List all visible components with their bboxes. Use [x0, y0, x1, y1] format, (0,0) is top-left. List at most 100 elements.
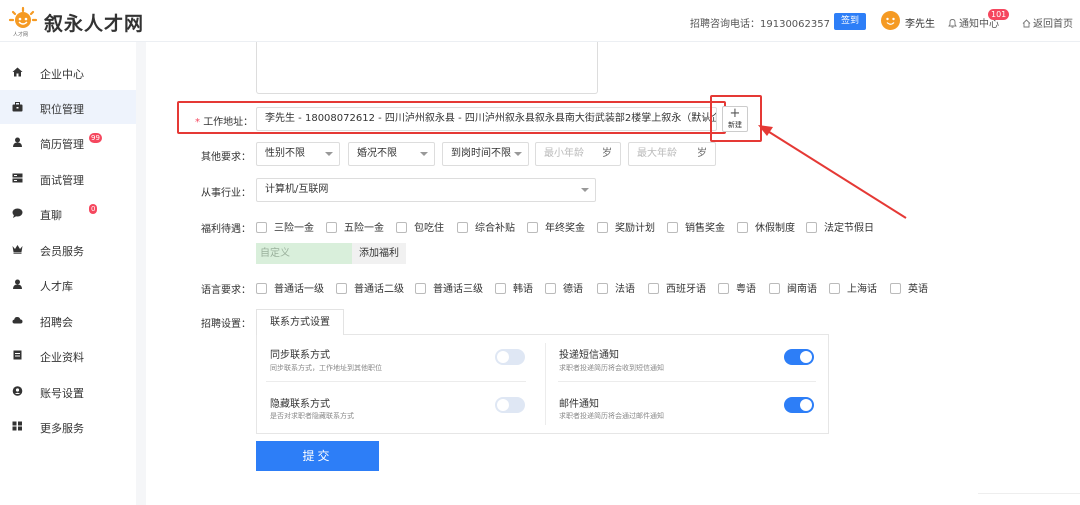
gender-value: 性别不限	[265, 148, 305, 159]
briefcase-icon	[12, 102, 23, 112]
setting-desc: 求职者投递简历将会通过邮件通知	[559, 412, 664, 420]
language-checkbox[interactable]: 韩语	[495, 280, 533, 295]
person-icon	[13, 137, 22, 147]
chevron-down-icon	[581, 188, 589, 192]
arrival-value: 到岗时间不限	[451, 148, 511, 159]
min-age-placeholder: 最小年龄	[544, 148, 584, 159]
language-checkbox[interactable]: 普通话一级	[256, 280, 324, 295]
max-age-input[interactable]: 最大年龄 岁	[628, 142, 716, 166]
language-checkbox[interactable]: 普通话三级	[415, 280, 483, 295]
description-textarea[interactable]	[256, 42, 598, 94]
sidebar-item-label: 面试管理	[40, 174, 84, 187]
sidebar-item-company-info[interactable]: 企业资料	[0, 338, 136, 372]
house-icon	[1022, 19, 1031, 28]
arrival-time-select[interactable]: 到岗时间不限	[442, 142, 529, 166]
home-icon	[12, 67, 23, 77]
setting-title: 隐藏联系方式	[270, 399, 330, 410]
setting-title: 邮件通知	[559, 399, 599, 410]
gender-select[interactable]: 性别不限	[256, 142, 340, 166]
site-name[interactable]: 叙永人才网	[44, 9, 144, 36]
signin-button[interactable]: 签到	[834, 13, 866, 30]
sidebar-item-account-settings[interactable]: 账号设置	[0, 374, 136, 408]
user-name[interactable]: 李先生	[905, 15, 935, 30]
language-checkbox[interactable]: 闽南语	[769, 280, 817, 295]
welfare-checkbox[interactable]: 五险一金	[326, 219, 384, 234]
welfare-checkbox[interactable]: 三险一金	[256, 219, 314, 234]
sidebar-item-job-management[interactable]: 职位管理	[0, 90, 136, 124]
bell-icon	[948, 19, 957, 28]
language-label: 语言要求：	[201, 285, 251, 296]
welfare-checkbox[interactable]: 奖励计划	[597, 219, 655, 234]
sidebar-item-label: 招聘会	[40, 316, 73, 329]
sidebar-item-enterprise-center[interactable]: 企业中心	[0, 55, 136, 89]
notice-badge: 101	[988, 9, 1010, 20]
welfare-checkbox[interactable]: 年终奖金	[527, 219, 585, 234]
avatar[interactable]	[880, 10, 901, 31]
home-label: 返回首页	[1033, 19, 1073, 30]
add-welfare-button[interactable]: 添加福利	[352, 243, 406, 264]
tab-contact-settings[interactable]: 联系方式设置	[256, 309, 344, 335]
sms-notify-toggle[interactable]	[784, 349, 814, 365]
industry-value: 计算机/互联网	[265, 184, 329, 195]
language-checkbox[interactable]: 德语	[545, 280, 583, 295]
min-age-input[interactable]: 最小年龄 岁	[535, 142, 621, 166]
annotation-arrow-icon	[758, 125, 907, 219]
sidebar-item-interview-management[interactable]: 面试管理	[0, 161, 136, 195]
setting-title: 同步联系方式	[270, 350, 330, 361]
welfare-checkbox[interactable]: 法定节假日	[806, 219, 874, 234]
sidebar-item-label: 直聊	[40, 209, 62, 222]
language-checkbox[interactable]: 粤语	[718, 280, 756, 295]
setting-title: 投递短信通知	[559, 350, 619, 361]
sidebar: 企业中心 职位管理 简历管理 99 面试管理 直聊 0 会员服务 人才库 招聘会…	[0, 42, 136, 505]
sidebar-item-chat[interactable]: 直聊 0	[0, 196, 136, 230]
sidebar-item-resume-management[interactable]: 简历管理 99	[0, 125, 136, 159]
notice-label: 通知中心	[959, 19, 999, 30]
language-checkbox[interactable]: 普通话二级	[336, 280, 404, 295]
welfare-checkbox[interactable]: 休假制度	[737, 219, 795, 234]
sidebar-item-label: 职位管理	[40, 103, 84, 116]
sidebar-item-label: 更多服务	[40, 422, 84, 435]
industry-select[interactable]: 计算机/互联网	[256, 178, 596, 202]
language-checkbox[interactable]: 西班牙语	[648, 280, 706, 295]
welfare-label: 福利待遇：	[201, 224, 251, 235]
logo-subtext: 人才网	[13, 32, 29, 38]
sidebar-item-label: 人才库	[40, 280, 73, 293]
welfare-checkbox[interactable]: 销售奖金	[667, 219, 725, 234]
panel-divider	[558, 381, 816, 382]
custom-welfare-input[interactable]: 自定义	[256, 243, 352, 264]
welfare-checkbox[interactable]: 综合补贴	[457, 219, 515, 234]
sidebar-item-more-services[interactable]: 更多服务	[0, 409, 136, 443]
sidebar-item-label: 账号设置	[40, 387, 84, 400]
panel-divider	[545, 343, 546, 425]
language-checkbox[interactable]: 上海话	[829, 280, 877, 295]
sidebar-item-job-fair[interactable]: 招聘会	[0, 303, 136, 337]
chevron-down-icon	[514, 152, 522, 156]
sidebar-item-label: 企业中心	[40, 68, 84, 81]
age-suffix: 岁	[602, 148, 612, 159]
sidebar-item-member-service[interactable]: 会员服务	[0, 232, 136, 266]
email-notify-toggle[interactable]	[784, 397, 814, 413]
cloud-icon	[12, 317, 23, 324]
other-requirements-label: 其他要求：	[201, 152, 251, 163]
age-suffix: 岁	[697, 148, 707, 159]
submit-button[interactable]: 提交	[256, 441, 379, 471]
chevron-down-icon	[325, 152, 333, 156]
home-link[interactable]: 返回首页	[1022, 15, 1073, 30]
chat-badge: 0	[89, 204, 98, 214]
marriage-select[interactable]: 婚况不限	[348, 142, 435, 166]
language-checkbox[interactable]: 法语	[597, 280, 635, 295]
language-checkbox[interactable]: 英语	[890, 280, 928, 295]
grid-icon	[12, 421, 22, 431]
person-icon	[13, 279, 22, 289]
setting-desc: 同步联系方式，工作地址到其他职位	[270, 364, 382, 372]
sidebar-item-label: 企业资料	[40, 351, 84, 364]
hotline-text: 招聘咨询电话：19130062357	[690, 19, 830, 30]
document-icon	[13, 350, 22, 360]
user-circle-icon	[12, 386, 23, 396]
sidebar-item-label: 简历管理	[40, 138, 84, 151]
sidebar-item-talent-pool[interactable]: 人才库	[0, 267, 136, 301]
sync-contact-toggle[interactable]	[495, 349, 525, 365]
welfare-checkbox[interactable]: 包吃住	[396, 219, 444, 234]
hide-contact-toggle[interactable]	[495, 397, 525, 413]
crown-icon	[12, 245, 23, 254]
